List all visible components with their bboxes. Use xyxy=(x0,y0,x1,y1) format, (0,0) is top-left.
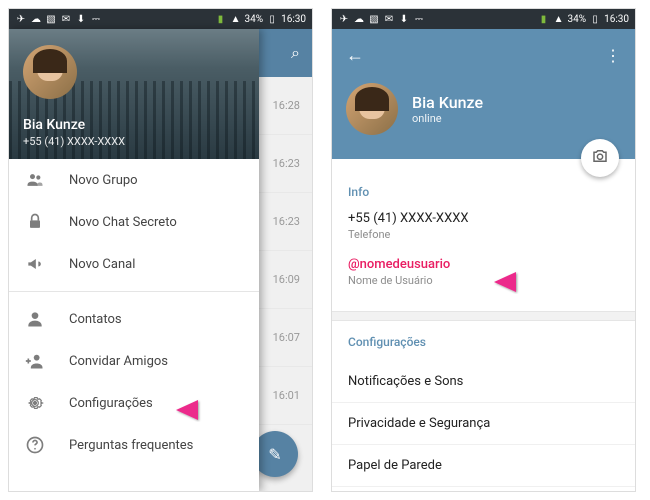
annotation-arrow xyxy=(174,393,254,427)
section-title: Info xyxy=(348,185,619,199)
phone-value: +55 (41) XXXX-XXXX xyxy=(348,211,619,226)
section-title: Configurações xyxy=(348,335,619,349)
menu-label: Novo Canal xyxy=(69,257,135,272)
image-icon: ▧ xyxy=(368,13,380,25)
clock-text: 16:30 xyxy=(604,14,629,25)
menu-label: Convidar Amigos xyxy=(69,354,168,369)
wifi-icon: ▲ xyxy=(230,13,242,25)
profile-header: ← ⋮ Bia Kunze online xyxy=(332,29,635,159)
mail-icon: ✉ xyxy=(60,13,72,25)
menu-new-channel[interactable]: Novo Canal xyxy=(9,243,259,285)
username-label: Nome de Usuário xyxy=(348,274,619,287)
setting-language[interactable]: Idioma Português (Brasil) xyxy=(332,487,635,492)
camera-fab[interactable] xyxy=(581,139,619,177)
search-icon[interactable]: ⌕ xyxy=(291,43,300,63)
battery-icon: ▯ xyxy=(266,13,278,25)
phone-row[interactable]: +55 (41) XXXX-XXXX Telefone xyxy=(348,211,619,241)
cloud-icon: ☁ xyxy=(30,13,42,25)
setting-label: Notificações e Sons xyxy=(348,374,463,389)
phone-right-profile: ✈ ☁ ▧ ✉ ⬇ ⎓ ▮ ▲ 34% ▯ 16:30 ← ⋮ xyxy=(331,8,636,492)
phone-label: Telefone xyxy=(348,228,619,241)
help-icon xyxy=(25,435,45,455)
camera-icon xyxy=(591,147,609,169)
avatar[interactable] xyxy=(23,45,77,99)
signal-icon: ▮ xyxy=(215,13,227,25)
battery-icon: ▯ xyxy=(589,13,601,25)
menu-label: Perguntas frequentes xyxy=(69,438,193,453)
megaphone-icon xyxy=(25,254,45,274)
signal-icon: ▮ xyxy=(538,13,550,25)
status-bar: ✈ ☁ ▧ ✉ ⬇ ⎓ ▮ ▲ 34% ▯ 16:30 xyxy=(9,9,312,29)
wifi-icon: ▲ xyxy=(553,13,565,25)
menu-label: Novo Grupo xyxy=(69,173,138,188)
setting-wallpaper[interactable]: Papel de Parede xyxy=(332,445,635,487)
avatar[interactable] xyxy=(346,83,398,135)
cloud-icon: ☁ xyxy=(353,13,365,25)
menu-label: Contatos xyxy=(69,312,122,327)
battery-icon2: ⎓ xyxy=(413,13,425,25)
battery-icon2: ⎓ xyxy=(90,13,102,25)
profile-name: Bia Kunze xyxy=(412,93,483,112)
back-icon[interactable]: ← xyxy=(346,45,364,66)
person-icon xyxy=(25,309,45,329)
info-section: Info +55 (41) XXXX-XXXX Telefone @nomede… xyxy=(332,159,635,311)
setting-notifications[interactable]: Notificações e Sons xyxy=(332,361,635,403)
mail-icon: ✉ xyxy=(383,13,395,25)
lock-icon xyxy=(25,212,45,232)
person-add-icon xyxy=(25,351,45,371)
user-phone: +55 (41) XXXX-XXXX xyxy=(23,135,245,148)
pencil-icon: ✎ xyxy=(268,445,281,464)
more-icon[interactable]: ⋮ xyxy=(605,46,621,65)
username-value: @nomedeusuario xyxy=(348,257,619,272)
drawer-header[interactable]: Bia Kunze +55 (41) XXXX-XXXX xyxy=(9,29,259,159)
image-icon: ▧ xyxy=(45,13,57,25)
menu-contacts[interactable]: Contatos xyxy=(9,298,259,340)
divider xyxy=(332,311,635,321)
phone-left-drawer: ✈ ☁ ▧ ✉ ⬇ ⎓ ▮ ▲ 34% ▯ 16:30 ⌕ 16:28 16:2… xyxy=(8,8,313,492)
battery-text: 34% xyxy=(568,14,587,25)
profile-status: online xyxy=(412,112,483,125)
annotation-arrow xyxy=(492,265,572,299)
menu-faq[interactable]: Perguntas frequentes xyxy=(9,424,259,466)
settings-section: Configurações xyxy=(332,321,635,349)
menu-new-group[interactable]: Novo Grupo xyxy=(9,159,259,201)
status-bar: ✈ ☁ ▧ ✉ ⬇ ⎓ ▮ ▲ 34% ▯ 16:30 xyxy=(332,9,635,29)
menu-new-secret-chat[interactable]: Novo Chat Secreto xyxy=(9,201,259,243)
menu-invite-friends[interactable]: Convidar Amigos xyxy=(9,340,259,382)
divider xyxy=(9,291,259,292)
group-icon xyxy=(25,170,45,190)
download-icon: ⬇ xyxy=(398,13,410,25)
clock-text: 16:30 xyxy=(281,14,306,25)
setting-label: Papel de Parede xyxy=(348,458,442,473)
menu-label: Configurações xyxy=(69,396,153,411)
menu-label: Novo Chat Secreto xyxy=(69,215,177,230)
setting-privacy[interactable]: Privacidade e Segurança xyxy=(332,403,635,445)
gear-icon xyxy=(25,393,45,413)
telegram-icon: ✈ xyxy=(338,13,350,25)
download-icon: ⬇ xyxy=(75,13,87,25)
telegram-icon: ✈ xyxy=(15,13,27,25)
battery-text: 34% xyxy=(245,14,264,25)
username-row[interactable]: @nomedeusuario Nome de Usuário xyxy=(348,257,619,287)
user-name: Bia Kunze xyxy=(23,117,245,133)
setting-label: Privacidade e Segurança xyxy=(348,416,490,431)
